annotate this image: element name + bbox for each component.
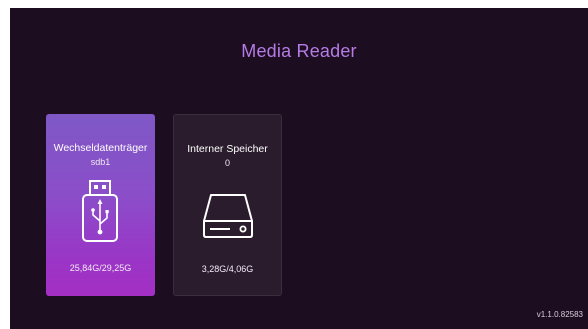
device-label: Interner Speicher [187,143,268,155]
device-id: 0 [224,158,230,168]
media-reader-screen: Media Reader Wechseldatenträger sdb1 25,… [10,8,588,329]
usb-stick-icon [82,180,118,242]
device-card-internal[interactable]: Interner Speicher 0 3,28G/4,06G [173,114,282,296]
page-title: Media Reader [241,41,357,61]
hard-drive-icon [203,194,253,238]
device-usage: 3,28G/4,06G [201,264,254,274]
device-usage: 25,84G/29,25G [69,263,132,273]
version-label: v1.1.0.82583 [536,310,583,319]
device-id: sdb1 [90,157,111,167]
device-label: Wechseldatenträger [53,142,148,154]
device-card-removable[interactable]: Wechseldatenträger sdb1 25,84G/29,25G [46,114,155,296]
